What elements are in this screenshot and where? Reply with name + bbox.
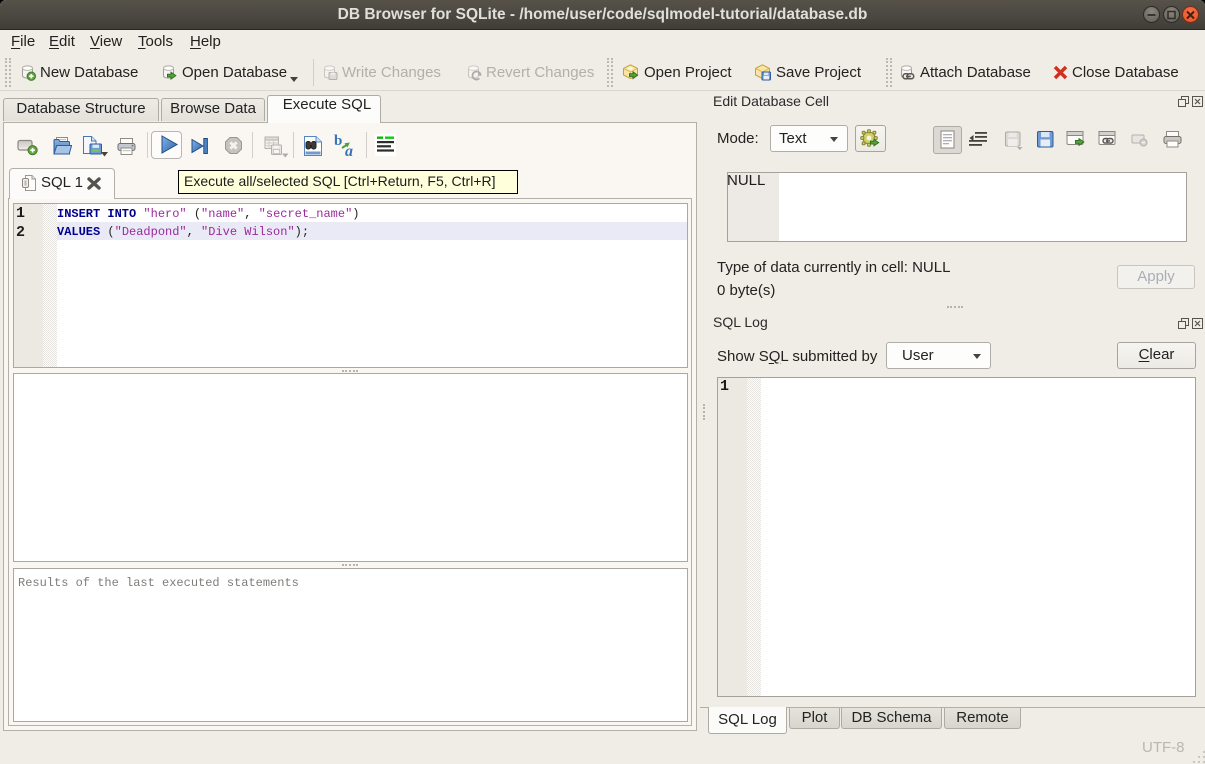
svg-text:b: b (334, 133, 342, 149)
